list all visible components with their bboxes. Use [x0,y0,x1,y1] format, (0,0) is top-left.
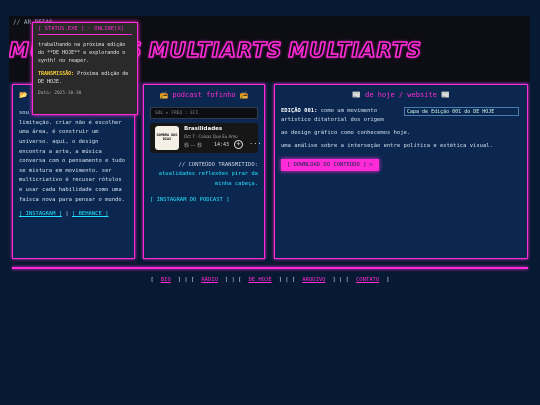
logo-word: MULTIARTS [288,37,423,63]
transmit-value: atualidades reflexões pirar da minha cab… [158,171,258,187]
podcast-player[interactable]: SOMBRA DOS DIAS Brasilidades Oct 7 · Coi… [150,123,262,153]
edition-row: EDIÇÃO 001: como um movimento artístico … [281,107,521,129]
footer-link-bio[interactable]: BIO [161,277,171,283]
footer-link-arquivo[interactable]: ARQUIVO [302,277,325,283]
footer-link-contato[interactable]: CONTATO [356,277,379,283]
transmission-label: TRANSMISSÃO: [38,71,75,77]
edition-analysis: uma análise sobre a interseção entre pol… [281,143,493,149]
episode-duration: 14:43 [214,142,230,148]
about-text: sou ... é um manifesto contra a limitaçã… [19,110,125,203]
link-separator: | [65,211,69,218]
edition-label: EDIÇÃO 001: [281,108,318,114]
episode-subtitle: Oct 7 · Coisas Que Eu Amo [184,134,238,139]
edition-line: ao design gráfico como conhecemos hoje. [281,130,411,136]
logo-word: MULTIARTS [148,37,283,63]
frequency-bar[interactable]: SOL ▸ FREQ : ECI [150,107,258,119]
social-links: [ INSTAGRAM ] | [ BEHANCE ] [19,211,128,217]
instagram-link[interactable]: [ INSTAGRAM ] [19,211,62,217]
status-popup-title[interactable]: [ STATUS.EXE ] - ONLINE[X] [38,26,132,35]
podcast-title: 📻 podcast fofinho 📻 [159,91,249,99]
footer-link-radio[interactable]: RÁDIO [201,277,218,283]
transmit-label: // CONTEÚDO TRANSMITIDO: [178,162,258,168]
podcast-instagram-link[interactable]: [ INSTAGRAM DO PODCAST ] [150,197,258,203]
status-popup: [ STATUS.EXE ] - ONLINE[X] trabalhando n… [32,22,138,115]
behance-link[interactable]: [ BEHANCE ] [72,211,108,217]
status-message: trabalhando na próxima edição do **DE HO… [38,42,126,64]
more-icon[interactable]: ··· [249,140,262,148]
de-hoje-title: 📰 de hoje / website 📰 [352,91,450,99]
podcast-cover: SOMBRA DOS DIAS [155,126,179,150]
skip-controls-icon[interactable]: ⑮ ··· ⑮ [184,142,202,149]
edition-cover-image[interactable]: Capa de Edição 001 do DE HOJE [404,107,519,116]
status-transmission: TRANSMISSÃO: Próxima edição de DE HOJE. [38,70,132,86]
add-icon[interactable]: + [234,140,243,149]
de-hoje-panel: 📰 de hoje / website 📰 EDIÇÃO 001: como u… [274,84,528,259]
transmit-block: // CONTEÚDO TRANSMITIDO: atualidades ref… [150,161,258,189]
footer-nav: [BIO] | [RÁDIO] | [DE HOJE] | [ARQUIVO] … [150,277,390,283]
podcast-panel: 📻 podcast fofinho 📻 SOL ▸ FREQ : ECI SOM… [143,84,265,259]
footer-link-de-hoje[interactable]: DE HOJE [248,277,271,283]
episode-title[interactable]: Brasilidades [184,126,222,132]
download-button[interactable]: [ DOWNLOAD DO CONTEÚDO ] ▷ [281,159,380,171]
edition-text: EDIÇÃO 001: como um movimento artístico … [281,107,401,126]
footer-divider [12,267,528,269]
status-date: Data: 2025-10-30 [38,91,82,96]
